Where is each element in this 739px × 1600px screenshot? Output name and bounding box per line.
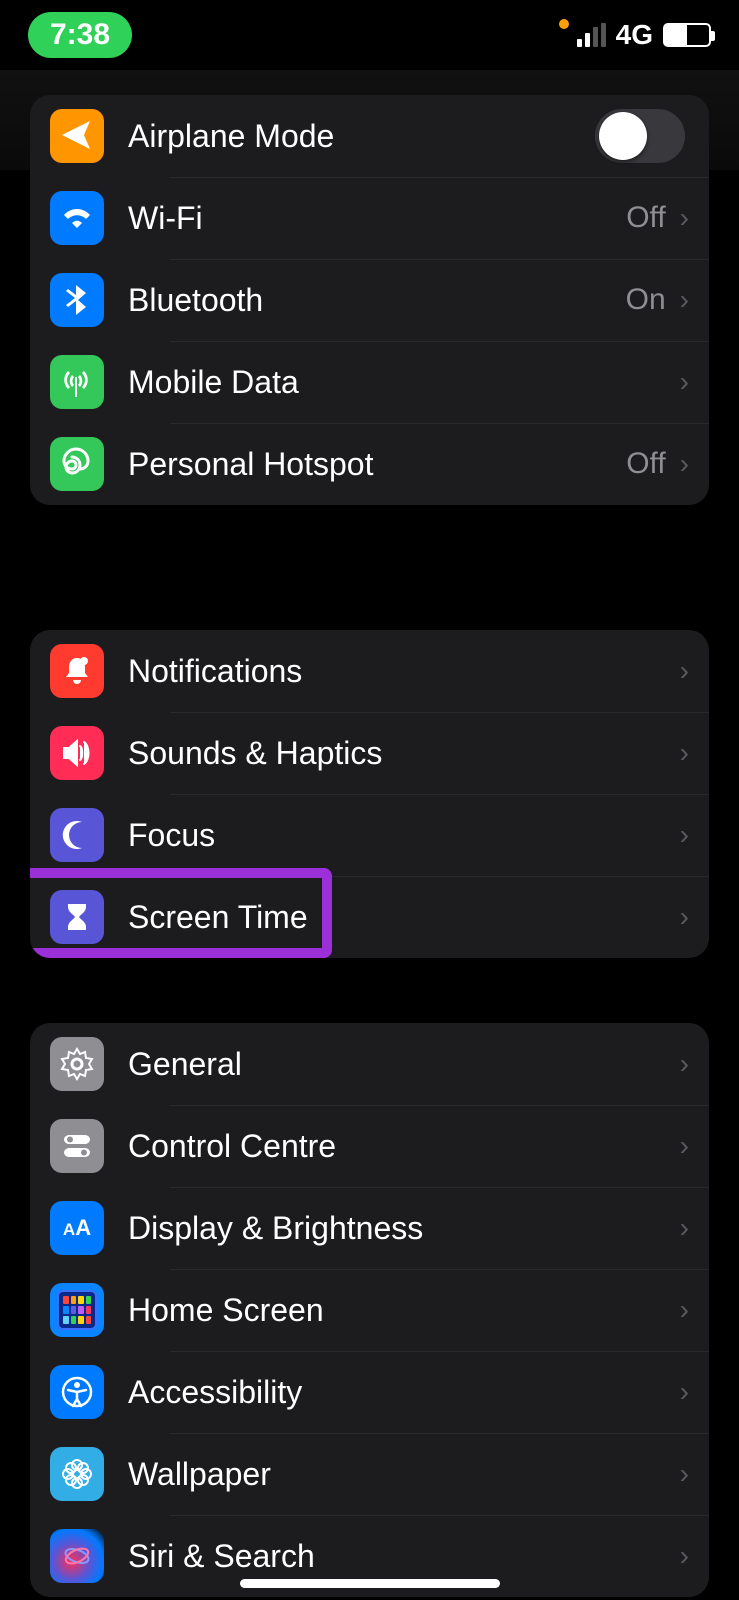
row-label: Focus [128, 817, 680, 854]
row-sounds[interactable]: Sounds & Haptics› [30, 712, 709, 794]
bell-icon [50, 644, 104, 698]
hourglass-icon [50, 890, 104, 944]
flower-icon [50, 1447, 104, 1501]
toggle[interactable] [595, 109, 685, 163]
row-display[interactable]: AA Display & Brightness› [30, 1187, 709, 1269]
row-general[interactable]: General› [30, 1023, 709, 1105]
status-bar: 7:38 4G [0, 0, 739, 70]
row-notifications[interactable]: Notifications› [30, 630, 709, 712]
antenna-icon [50, 355, 104, 409]
chevron-right-icon: › [680, 366, 689, 398]
airplane-icon [50, 109, 104, 163]
battery-icon [663, 23, 711, 47]
row-label: Mobile Data [128, 364, 680, 401]
row-label: Notifications [128, 653, 680, 690]
row-label: Control Centre [128, 1128, 680, 1165]
row-bluetooth[interactable]: BluetoothOn › [30, 259, 709, 341]
row-home-screen[interactable]: Home Screen› [30, 1269, 709, 1351]
chevron-right-icon: › [680, 1458, 689, 1490]
row-label: Display & Brightness [128, 1210, 680, 1247]
accessibility-icon [50, 1365, 104, 1419]
settings-group-alerts: Notifications›Sounds & Haptics›Focus›Scr… [30, 630, 709, 958]
home-grid-icon [50, 1283, 104, 1337]
moon-icon [50, 808, 104, 862]
bluetooth-icon [50, 273, 104, 327]
chevron-right-icon: › [680, 1540, 689, 1572]
settings-group-connectivity: Airplane ModeWi-FiOff›BluetoothOn›Mobile… [30, 95, 709, 505]
siri-icon [50, 1529, 104, 1583]
row-label: Sounds & Haptics [128, 735, 680, 772]
chevron-right-icon: › [680, 448, 689, 480]
chevron-right-icon: › [680, 1376, 689, 1408]
chevron-right-icon: › [680, 655, 689, 687]
wifi-icon [50, 191, 104, 245]
chevron-right-icon: › [680, 284, 689, 316]
network-type-label: 4G [616, 19, 653, 51]
row-hotspot[interactable]: Personal HotspotOff › [30, 423, 709, 505]
row-focus[interactable]: Focus› [30, 794, 709, 876]
row-label: Siri & Search [128, 1538, 680, 1575]
chevron-right-icon: › [680, 1294, 689, 1326]
row-mobile-data[interactable]: Mobile Data› [30, 341, 709, 423]
settings-scroll-area[interactable]: Airplane ModeWi-FiOff›BluetoothOn›Mobile… [0, 170, 739, 1600]
settings-group-system: General›Control Centre›AADisplay & Brigh… [30, 1023, 709, 1597]
status-time-pill[interactable]: 7:38 [28, 12, 132, 58]
speaker-icon [50, 726, 104, 780]
row-accessibility[interactable]: Accessibility› [30, 1351, 709, 1433]
switches-icon [50, 1119, 104, 1173]
chevron-right-icon: › [680, 1212, 689, 1244]
row-value: Off [626, 447, 665, 481]
row-label: Wallpaper [128, 1456, 680, 1493]
row-value: On [626, 283, 666, 317]
chevron-right-icon: › [680, 202, 689, 234]
chevron-right-icon: › [680, 901, 689, 933]
row-label: Screen Time [128, 899, 680, 936]
row-label: Home Screen [128, 1292, 680, 1329]
row-label: Wi-Fi [128, 200, 626, 237]
row-airplane[interactable]: Airplane Mode [30, 95, 709, 177]
hotspot-icon [50, 437, 104, 491]
home-indicator[interactable] [240, 1579, 500, 1588]
row-control-centre[interactable]: Control Centre› [30, 1105, 709, 1187]
row-label: Accessibility [128, 1374, 680, 1411]
cellular-signal-icon [577, 23, 606, 47]
row-wallpaper[interactable]: Wallpaper› [30, 1433, 709, 1515]
row-label: Bluetooth [128, 282, 626, 319]
row-value: Off [626, 201, 665, 235]
row-label: General [128, 1046, 680, 1083]
gear-icon [50, 1037, 104, 1091]
row-label: Airplane Mode [128, 118, 595, 155]
chevron-right-icon: › [680, 1130, 689, 1162]
row-screen-time[interactable]: Screen Time› [30, 876, 709, 958]
chevron-right-icon: › [680, 819, 689, 851]
row-label: Personal Hotspot [128, 446, 626, 483]
aa-icon: AA [50, 1201, 104, 1255]
chevron-right-icon: › [680, 737, 689, 769]
chevron-right-icon: › [680, 1048, 689, 1080]
privacy-indicator-dot [559, 19, 569, 29]
row-wifi[interactable]: Wi-FiOff › [30, 177, 709, 259]
